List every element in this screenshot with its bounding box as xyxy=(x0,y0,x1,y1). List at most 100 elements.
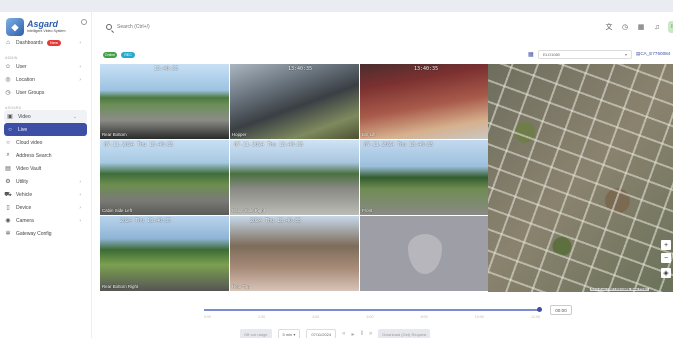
sidebar: ◆ Asgard Intelligent Video System ⌂ Dash… xyxy=(0,12,92,338)
sidebar-item-camera[interactable]: ◉ Camera › xyxy=(0,214,91,227)
sidebar-item-label: Location xyxy=(16,76,35,83)
app-subtitle: Intelligent Video System xyxy=(27,29,66,34)
asgard-logo-icon: ◆ xyxy=(6,18,24,36)
sidebar-item-live[interactable]: ○ Live xyxy=(4,123,87,136)
sidebar-item-address-search[interactable]: ⌕ Address Search xyxy=(0,149,91,162)
interval-select-value: 5 min xyxy=(282,331,293,337)
device-select-value: ELO1080 xyxy=(543,52,560,57)
sidebar-item-label: Video Vault xyxy=(16,165,42,172)
camera-icon: ◉ xyxy=(5,218,11,224)
header-actions: 文 ◷ ▦ ♫ IM xyxy=(604,21,673,33)
rewind-icon[interactable]: « xyxy=(342,331,345,337)
timeline-tick: 4:00 xyxy=(312,315,320,319)
search-location-icon: ⌕ xyxy=(6,152,10,158)
logo[interactable]: ◆ Asgard Intelligent Video System xyxy=(6,16,86,38)
chevron-right-icon: › xyxy=(79,191,81,198)
range-button[interactable]: Off our range xyxy=(240,329,272,338)
sidebar-item-utility[interactable]: ⚙ Utility › xyxy=(0,175,91,188)
satellite-map[interactable] xyxy=(488,64,673,292)
camera-timestamp: 13:40:35 xyxy=(288,66,313,72)
camera-label: Cabin Side Left xyxy=(102,208,133,213)
device-id-link[interactable]: ▤CA_E7760084 xyxy=(636,51,670,57)
collapse-toggle-icon[interactable] xyxy=(81,19,87,25)
section-label-asgard: ASGARD xyxy=(5,106,22,110)
download-request-button[interactable]: Download (Get) Request xyxy=(378,329,431,338)
timeline-tick: 10:00 xyxy=(474,315,484,319)
sidebar-item-vehicle[interactable]: ⛟ Vehicle › xyxy=(0,188,91,201)
date-picker[interactable]: 07/11/2024 xyxy=(306,329,337,338)
camera-timestamp: 07-11-2024 Thu 13:40:35 xyxy=(234,142,304,148)
new-badge: New xyxy=(46,39,61,46)
location-icon: ◎ xyxy=(5,77,11,83)
sidebar-item-label: Address Search xyxy=(16,152,52,159)
camera-tile-rear-bottom-right[interactable]: 2024 Thu 13:40:35 Rear Bottom Right xyxy=(100,216,229,291)
sidebar-item-video[interactable]: ▣ Video ⌄ xyxy=(4,110,87,123)
layout-grid-icon[interactable]: ▦ xyxy=(528,51,534,58)
sidebar-item-device[interactable]: ▯ Device › xyxy=(0,201,91,214)
sidebar-item-dashboards[interactable]: ⌂ Dashboards New › xyxy=(0,36,91,49)
truck-icon: ⛟ xyxy=(4,191,12,198)
zoom-in-button[interactable]: + xyxy=(661,240,671,250)
sidebar-item-label: Camera xyxy=(16,217,34,224)
sidebar-item-label: User xyxy=(16,63,27,70)
camera-label: Rear Bottom Right xyxy=(102,284,139,289)
camera-tile-bin-lift[interactable]: 13:40:35 Bin Lift xyxy=(360,64,489,139)
camera-tile-cabin-side-right[interactable]: 07-11-2024 Thu 13:40:35 Cabin Side Right xyxy=(230,140,359,215)
camera-timestamp: 07-11-2024 Thu 13:40:35 xyxy=(104,142,174,148)
sidebar-item-video-vault[interactable]: ▤ Video Vault xyxy=(0,162,91,175)
timeline-tick: 6:00 xyxy=(366,315,374,319)
chevron-right-icon: › xyxy=(79,76,81,83)
sidebar-item-gateway-config[interactable]: ✲ Gateway Config xyxy=(0,227,91,240)
chevron-right-icon: › xyxy=(79,39,81,46)
current-time-display[interactable]: 00:00 xyxy=(550,305,572,315)
section-label-admin: ADMIN xyxy=(5,56,18,60)
pause-icon[interactable]: ‖ xyxy=(361,331,363,337)
timeline-track[interactable] xyxy=(204,309,540,311)
online-status-badge: Online xyxy=(103,52,117,58)
chevron-right-icon: › xyxy=(79,204,81,211)
notification-bell-icon[interactable]: ♫ xyxy=(652,22,662,32)
sidebar-item-label: Device xyxy=(16,204,32,211)
chevron-right-icon: › xyxy=(79,217,81,224)
camera-tile-front[interactable]: 07-11-2024 Thu 13:40:35 Front xyxy=(360,140,489,215)
interval-select[interactable]: 5 min ▾ xyxy=(277,329,301,338)
app-title: Asgard xyxy=(27,19,59,30)
timeline-tick: 12:00 xyxy=(530,315,540,319)
camera-label: Hopper xyxy=(232,132,247,137)
play-icon[interactable]: ▸ xyxy=(351,331,354,338)
translate-icon[interactable]: 文 xyxy=(604,22,614,32)
search-icon[interactable] xyxy=(106,24,112,30)
timeline-handle[interactable] xyxy=(537,307,542,312)
timeline-tick: 0:00 xyxy=(204,315,211,319)
camera-timestamp: 2024 Thu 13:40:35 xyxy=(120,218,172,224)
device-icon: ▯ xyxy=(6,205,10,211)
sidebar-item-label: Utility xyxy=(16,178,29,185)
sidebar-item-location[interactable]: ◎ Location › xyxy=(0,73,91,86)
camera-tile-rear-top[interactable]: 2024 Thu 13:40:35 Rear Top xyxy=(230,216,359,291)
apps-grid-icon[interactable]: ▦ xyxy=(636,22,646,32)
camera-timestamp: 13:40:35 xyxy=(154,66,179,72)
zoom-out-button[interactable]: − xyxy=(661,253,671,263)
camera-tile-rear-bottom[interactable]: 13:40:35 Rear Bottom xyxy=(100,64,229,139)
sidebar-item-cloud-video[interactable]: ○ Cloud video xyxy=(0,136,91,149)
chevron-right-icon: › xyxy=(79,178,81,185)
sidebar-menu: ⌂ Dashboards New › ADMIN ☺ User › ◎ Loca… xyxy=(0,36,91,240)
layers-button[interactable]: ◈ xyxy=(661,268,671,278)
sidebar-item-user-groups[interactable]: ◷ User Groups xyxy=(0,86,91,99)
sidebar-item-user[interactable]: ☺ User › xyxy=(0,60,91,73)
clock-icon[interactable]: ◷ xyxy=(620,22,630,32)
recording-status-badge: REC xyxy=(121,52,135,58)
search-input[interactable] xyxy=(117,22,317,32)
device-id-label: CA_E7760084 xyxy=(640,51,671,56)
avatar[interactable]: IM xyxy=(668,21,673,33)
device-select[interactable]: ELO1080 ▾ xyxy=(538,50,632,59)
camera-timestamp: 07-11-2024 Thu 13:40:35 xyxy=(364,142,434,148)
sidebar-item-label: User Groups xyxy=(16,89,45,96)
video-icon: ▣ xyxy=(7,114,13,120)
camera-tile-hopper[interactable]: 13:40:35 Hopper xyxy=(230,64,359,139)
chevron-down-icon: ⌄ xyxy=(72,113,77,120)
fast-forward-icon[interactable]: » xyxy=(369,331,372,337)
map-attribution: Terms of use © 2017-2024 HERE, Maxar PTF… xyxy=(590,288,649,291)
camera-tile-cabin-side-left[interactable]: 07-11-2024 Thu 13:40:35 Cabin Side Left xyxy=(100,140,229,215)
timeline-tick: 2:00 xyxy=(258,315,266,319)
